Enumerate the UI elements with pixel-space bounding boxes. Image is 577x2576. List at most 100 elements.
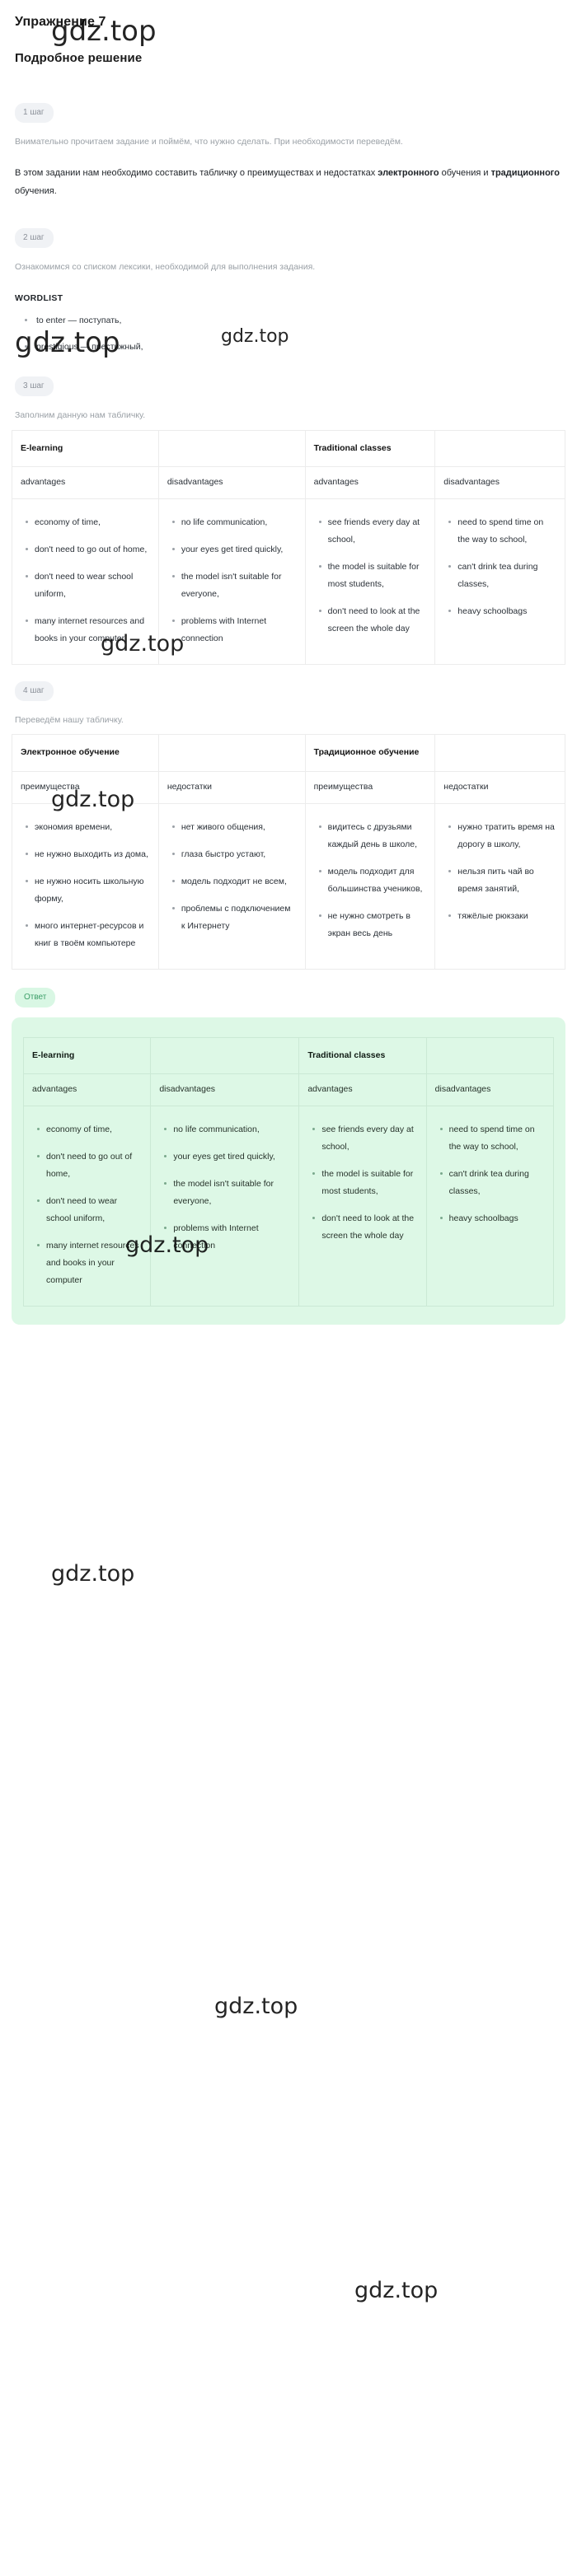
cell-list: no life communication, your eyes get tire… xyxy=(159,1116,290,1260)
table-cell: see friends every day at school, the mode… xyxy=(304,498,436,666)
list-item: see friends every day at school, xyxy=(318,509,427,554)
list-item: see friends every day at school, xyxy=(312,1116,417,1161)
step-badge-4: 4 шаг xyxy=(15,681,54,702)
answer-block: E-learning Traditional classes advantage… xyxy=(12,1017,565,1325)
table-cell: need to spend time on the way to school,… xyxy=(434,498,565,666)
answer-header-blank-1 xyxy=(150,1036,300,1074)
cell-list: нет живого общения, глаза быстро устают, м… xyxy=(167,814,297,940)
step-badge-2: 2 шаг xyxy=(15,228,54,249)
list-item: no life communication, xyxy=(171,509,297,536)
list-item: don't need to go out of home, xyxy=(26,536,150,563)
answer-subheader-advantages-2: advantages xyxy=(298,1073,427,1106)
table-header-blank-ru-1 xyxy=(157,734,306,772)
table-row: economy of time, don't need to go out of … xyxy=(22,1105,555,1307)
list-item: экономия времени, xyxy=(26,814,150,841)
table-answer: E-learning Traditional classes advantage… xyxy=(22,1036,555,1307)
list-item: много интернет-ресурсов и книг в твоём к… xyxy=(26,913,150,957)
answer-header-blank-2 xyxy=(425,1036,555,1074)
step-note-2: Ознакомимся со списком лексики, необходи… xyxy=(15,262,316,273)
answer-subheader-disadvantages-2: disadvantages xyxy=(425,1073,555,1106)
table-header-blank-ru-2 xyxy=(434,734,565,772)
task-bold-traditional: традиционного xyxy=(490,168,560,179)
table-subheader-disadvantages-ru-1: недостатки xyxy=(157,770,306,804)
list-item: не нужно смотреть в экран весь день xyxy=(318,903,427,947)
table-row: advantages disadvantages advantages disa… xyxy=(22,1073,555,1106)
list-item: нужно тратить время на дорогу в школу, xyxy=(448,814,556,858)
table-row: преимущества недостатки преимущества нед… xyxy=(12,770,565,804)
solution-page: Упражнение 7 Подробное решение 1 шаг Вни… xyxy=(0,0,577,2303)
watermark: gdz.top xyxy=(214,1994,298,2019)
cell-list: нужно тратить время на дорогу в школу, не… xyxy=(443,814,556,930)
list-item: don't need to go out of home, xyxy=(36,1143,142,1188)
list-item: economy of time, xyxy=(26,509,150,536)
list-item: heavy schoolbags xyxy=(448,598,556,625)
answer-subheader-disadvantages-1: disadvantages xyxy=(150,1073,300,1106)
table-subheader-advantages-1: advantages xyxy=(12,466,159,500)
list-item: many internet resources and books in you… xyxy=(26,608,150,652)
wordlist: to enter — поступать, prestigious — прес… xyxy=(12,308,565,361)
table-russian: Электронное обучение Традиционное обучен… xyxy=(12,734,565,970)
list-item: the model isn't suitable for everyone, xyxy=(171,563,297,608)
table-subheader-disadvantages-ru-2: недостатки xyxy=(434,770,565,804)
task-bold-electronic: электронного xyxy=(378,168,439,179)
list-item: не нужно выходить из дома, xyxy=(26,841,150,868)
list-item: many internet resources and books in you… xyxy=(36,1232,142,1294)
step-badge-3: 3 шаг xyxy=(15,376,54,397)
list-item: prestigious — престижный, xyxy=(25,334,565,361)
cell-list: экономия времени, не нужно выходить из до… xyxy=(21,814,150,957)
list-item: the model isn't suitable for everyone, xyxy=(164,1171,290,1215)
cell-list: no life communication, your eyes get tire… xyxy=(167,509,297,652)
list-item: проблемы с подключением к Интернету xyxy=(171,895,297,940)
step-note-3: Заполним данную нам табличку. xyxy=(15,410,146,421)
table-row: E-learning Traditional classes xyxy=(12,429,565,468)
answer-header-elearning: E-learning xyxy=(22,1036,152,1074)
table-row: E-learning Traditional classes xyxy=(22,1036,555,1074)
table-cell: видитесь с друзьями каждый день в школе,… xyxy=(304,802,436,970)
task-text-part-2: обучения и xyxy=(439,168,491,179)
table-row: advantages disadvantages advantages disa… xyxy=(12,466,565,500)
table-cell: нужно тратить время на дорогу в школу, не… xyxy=(434,802,565,970)
table-cell: нет живого общения, глаза быстро устают, м… xyxy=(157,802,306,970)
table-cell: need to spend time on the way to school,… xyxy=(425,1105,555,1307)
cell-list: need to spend time on the way to school,… xyxy=(443,509,556,625)
table-subheader-advantages-2: advantages xyxy=(304,466,436,500)
list-item: problems with Internet connection xyxy=(164,1215,290,1260)
list-item: нет живого общения, xyxy=(171,814,297,841)
step-badge-1: 1 шаг xyxy=(15,103,54,123)
list-item: heavy schoolbags xyxy=(439,1205,545,1232)
table-header-blank-2 xyxy=(434,429,565,468)
step-note-4: Переведём нашу табличку. xyxy=(15,715,124,726)
list-item: don't need to look at the screen the who… xyxy=(312,1205,417,1250)
list-item: need to spend time on the way to school, xyxy=(448,509,556,554)
table-subheader-disadvantages-1: disadvantages xyxy=(157,466,306,500)
step-note-1: Внимательно прочитаем задание и поймём, … xyxy=(15,137,403,147)
cell-list: economy of time, don't need to go out of … xyxy=(32,1116,142,1294)
list-item: your eyes get tired quickly, xyxy=(171,536,297,563)
list-item: don't need to wear school uniform, xyxy=(26,563,150,608)
list-item: don't need to wear school uniform, xyxy=(36,1188,142,1232)
list-item: don't need to look at the screen the who… xyxy=(318,598,427,643)
task-text-part-3: обучения. xyxy=(15,186,57,197)
table-row: экономия времени, не нужно выходить из до… xyxy=(12,802,565,970)
table-english: E-learning Traditional classes advantage… xyxy=(12,429,565,666)
table-subheader-advantages-ru-2: преимущества xyxy=(304,770,436,804)
solution-subtitle: Подробное решение xyxy=(15,51,143,65)
table-row: economy of time, don't need to go out of … xyxy=(12,498,565,666)
list-item: economy of time, xyxy=(36,1116,142,1143)
table-cell: no life communication, your eyes get tire… xyxy=(150,1105,300,1307)
task-text-part-1: В этом задании нам необходимо составить … xyxy=(15,168,378,179)
list-item: глаза быстро устают, xyxy=(171,841,297,868)
watermark: gdz.top xyxy=(354,2278,439,2303)
page-title: Упражнение 7 xyxy=(15,15,106,29)
list-item: need to spend time on the way to school, xyxy=(439,1116,545,1161)
task-description: В этом задании нам необходимо составить … xyxy=(15,164,565,200)
cell-list: see friends every day at school, the mode… xyxy=(307,1116,417,1250)
list-item: problems with Internet connection xyxy=(171,608,297,652)
cell-list: видитесь с друзьями каждый день в школе,… xyxy=(314,814,427,947)
table-cell: no life communication, your eyes get tire… xyxy=(157,498,306,666)
list-item: не нужно носить школьную форму, xyxy=(26,868,150,913)
wordlist-label: WORDLIST xyxy=(15,292,63,303)
cell-list: need to spend time on the way to school,… xyxy=(435,1116,545,1232)
list-item: нельзя пить чай во время занятий, xyxy=(448,858,556,903)
list-item: модель подходит для большинства учеников… xyxy=(318,858,427,903)
